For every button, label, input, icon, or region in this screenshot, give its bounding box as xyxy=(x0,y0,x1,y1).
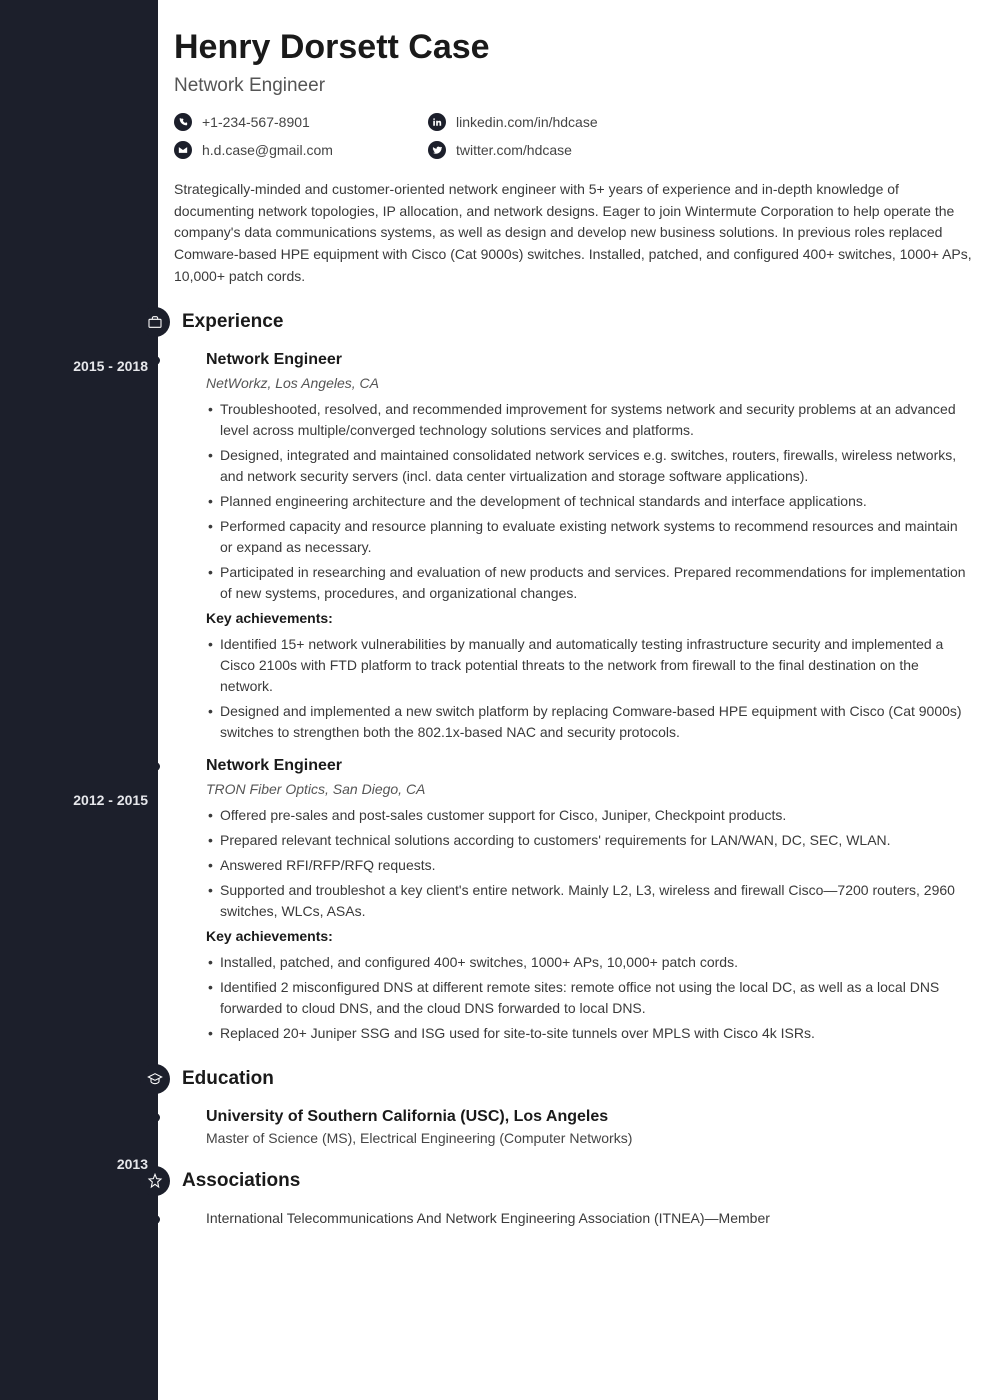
associations-heading: Associations xyxy=(182,1170,300,1192)
sidebar: 2015 - 2018 2012 - 2015 2013 xyxy=(0,0,158,1400)
associations-section: Associations International Telecommunica… xyxy=(174,1166,974,1226)
list-item: Troubleshooted, resolved, and recommende… xyxy=(206,399,974,441)
timeline-dot xyxy=(151,356,160,365)
education-timeline: University of Southern California (USC),… xyxy=(174,1108,974,1146)
phone-icon xyxy=(174,113,192,131)
achievements-list: Installed, patched, and configured 400+ … xyxy=(206,952,974,1044)
list-item: Identified 15+ network vulnerabilities b… xyxy=(206,634,974,697)
date-range-exp-0: 2015 - 2018 xyxy=(73,358,148,382)
company-location: TRON Fiber Optics, San Diego, CA xyxy=(206,781,974,797)
experience-timeline: Network Engineer NetWorkz, Los Angeles, … xyxy=(174,351,974,1044)
school-name: University of Southern California (USC),… xyxy=(206,1108,974,1126)
timeline-dot xyxy=(151,1215,160,1224)
list-item: Participated in researching and evaluati… xyxy=(206,562,974,604)
list-item: Designed and implemented a new switch pl… xyxy=(206,701,974,743)
association-text: International Telecommunications And Net… xyxy=(206,1210,770,1226)
email-icon xyxy=(174,141,192,159)
education-heading: Education xyxy=(182,1068,274,1090)
candidate-name: Henry Dorsett Case xyxy=(174,28,974,67)
education-section: Education University of Southern Califor… xyxy=(174,1064,974,1146)
contact-twitter: twitter.com/hdcase xyxy=(428,141,678,159)
sidebar-dates-column: 2015 - 2018 2012 - 2015 2013 xyxy=(0,0,158,1180)
list-item: Offered pre-sales and post-sales custome… xyxy=(206,805,974,826)
education-entry-0: University of Southern California (USC),… xyxy=(174,1108,974,1146)
summary-paragraph: Strategically-minded and customer-orient… xyxy=(174,179,974,287)
list-item: Replaced 20+ Juniper SSG and ISG used fo… xyxy=(206,1023,974,1044)
contact-phone: +1-234-567-8901 xyxy=(174,113,424,131)
role-title: Network Engineer xyxy=(206,351,974,369)
list-item: Performed capacity and resource planning… xyxy=(206,516,974,558)
list-item: Supported and troubleshot a key client's… xyxy=(206,880,974,922)
experience-heading: Experience xyxy=(182,311,283,333)
briefcase-icon xyxy=(140,307,170,337)
contact-email: h.d.case@gmail.com xyxy=(174,141,424,159)
list-item: Designed, integrated and maintained cons… xyxy=(206,445,974,487)
role-title: Network Engineer xyxy=(206,757,974,775)
company-location: NetWorkz, Los Angeles, CA xyxy=(206,375,974,391)
twitter-icon xyxy=(428,141,446,159)
phone-text: +1-234-567-8901 xyxy=(202,114,310,130)
contact-linkedin: linkedin.com/in/hdcase xyxy=(428,113,678,131)
list-item: Planned engineering architecture and the… xyxy=(206,491,974,512)
candidate-title: Network Engineer xyxy=(174,75,974,97)
experience-entry-0: Network Engineer NetWorkz, Los Angeles, … xyxy=(174,351,974,743)
duties-list: Troubleshooted, resolved, and recommende… xyxy=(206,399,974,604)
date-range-exp-1: 2012 - 2015 xyxy=(73,792,148,816)
linkedin-text: linkedin.com/in/hdcase xyxy=(456,114,598,130)
duties-list: Offered pre-sales and post-sales custome… xyxy=(206,805,974,922)
star-icon xyxy=(140,1166,170,1196)
key-achievements-label: Key achievements: xyxy=(206,928,974,944)
association-entry: International Telecommunications And Net… xyxy=(174,1210,974,1226)
graduation-cap-icon xyxy=(140,1064,170,1094)
list-item: Identified 2 misconfigured DNS at differ… xyxy=(206,977,974,1019)
achievements-list: Identified 15+ network vulnerabilities b… xyxy=(206,634,974,743)
list-item: Installed, patched, and configured 400+ … xyxy=(206,952,974,973)
experience-section: Experience Network Engineer NetWorkz, Lo… xyxy=(174,307,974,1044)
list-item: Prepared relevant technical solutions ac… xyxy=(206,830,974,851)
linkedin-icon xyxy=(428,113,446,131)
resume-page: 2015 - 2018 2012 - 2015 2013 Henry Dorse… xyxy=(0,0,990,1400)
experience-entry-1: Network Engineer TRON Fiber Optics, San … xyxy=(174,757,974,1044)
twitter-text: twitter.com/hdcase xyxy=(456,142,572,158)
list-item: Answered RFI/RFP/RFQ requests. xyxy=(206,855,974,876)
timeline-dot xyxy=(151,762,160,771)
contacts-grid: +1-234-567-8901 linkedin.com/in/hdcase h… xyxy=(174,113,974,159)
key-achievements-label: Key achievements: xyxy=(206,610,974,626)
timeline-dot xyxy=(151,1113,160,1122)
main-content: Henry Dorsett Case Network Engineer +1-2… xyxy=(158,0,990,1400)
degree-text: Master of Science (MS), Electrical Engin… xyxy=(206,1130,974,1146)
timeline-line xyxy=(155,351,157,1044)
email-text: h.d.case@gmail.com xyxy=(202,142,333,158)
